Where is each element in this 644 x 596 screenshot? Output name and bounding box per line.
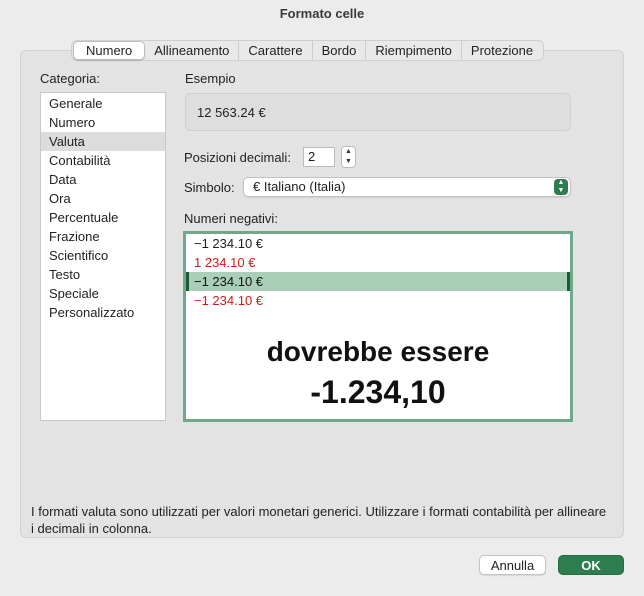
category-list[interactable]: Generale Numero Valuta Contabilità Data …: [40, 92, 166, 421]
annotation-line-1: dovrebbe essere: [266, 336, 490, 367]
symbol-select[interactable]: € Italiano (Italia) ▲ ▼: [243, 177, 571, 197]
annotation-line-2: -1.234,10: [310, 374, 446, 410]
example-preview: 12 563.24 €: [185, 93, 571, 131]
tab-bordo[interactable]: Bordo: [313, 41, 367, 60]
chevron-up-icon[interactable]: ▲: [342, 147, 355, 157]
negative-format-item[interactable]: −1 234.10 €: [186, 234, 570, 253]
category-item-valuta[interactable]: Valuta: [41, 132, 165, 151]
negative-numbers-list[interactable]: −1 234.10 € 1 234.10 € −1 234.10 € −1 23…: [183, 231, 573, 422]
decimals-input[interactable]: 2: [303, 147, 335, 167]
category-item-contabilita[interactable]: Contabilità: [41, 151, 165, 170]
tab-allineamento[interactable]: Allineamento: [145, 41, 240, 60]
category-item-speciale[interactable]: Speciale: [41, 284, 165, 303]
window-title: Formato celle: [279, 6, 365, 21]
decimals-stepper[interactable]: ▲ ▼: [341, 146, 356, 168]
category-item-numero[interactable]: Numero: [41, 113, 165, 132]
tab-numero[interactable]: Numero: [73, 41, 146, 60]
chevron-down-icon[interactable]: ▼: [342, 157, 355, 167]
category-item-ora[interactable]: Ora: [41, 189, 165, 208]
ok-button[interactable]: OK: [558, 555, 624, 575]
example-label: Esempio: [185, 71, 236, 86]
tab-bar: Numero Allineamento Carattere Bordo Riem…: [71, 40, 545, 61]
negative-format-item-selected[interactable]: −1 234.10 €: [186, 272, 570, 291]
symbol-label: Simbolo:: [184, 180, 235, 195]
tab-carattere[interactable]: Carattere: [239, 41, 313, 60]
category-item-frazione[interactable]: Frazione: [41, 227, 165, 246]
format-description: I formati valuta sono utilizzati per val…: [31, 504, 607, 536]
negative-format-item[interactable]: −1 234.10 €: [186, 291, 570, 310]
symbol-select-value: € Italiano (Italia): [253, 179, 346, 194]
decimals-label: Posizioni decimali:: [184, 150, 291, 165]
tab-riempimento[interactable]: Riempimento: [366, 41, 462, 60]
category-item-generale[interactable]: Generale: [41, 94, 165, 113]
category-label: Categoria:: [40, 71, 100, 86]
category-item-personalizzato[interactable]: Personalizzato: [41, 303, 165, 322]
cancel-button[interactable]: Annulla: [479, 555, 546, 575]
category-item-data[interactable]: Data: [41, 170, 165, 189]
negatives-label: Numeri negativi:: [184, 211, 278, 226]
category-item-testo[interactable]: Testo: [41, 265, 165, 284]
category-item-scientifico[interactable]: Scientifico: [41, 246, 165, 265]
category-item-percentuale[interactable]: Percentuale: [41, 208, 165, 227]
select-arrows-icon: ▲ ▼: [554, 179, 568, 195]
negative-format-item[interactable]: 1 234.10 €: [186, 253, 570, 272]
tab-protezione[interactable]: Protezione: [462, 41, 542, 60]
